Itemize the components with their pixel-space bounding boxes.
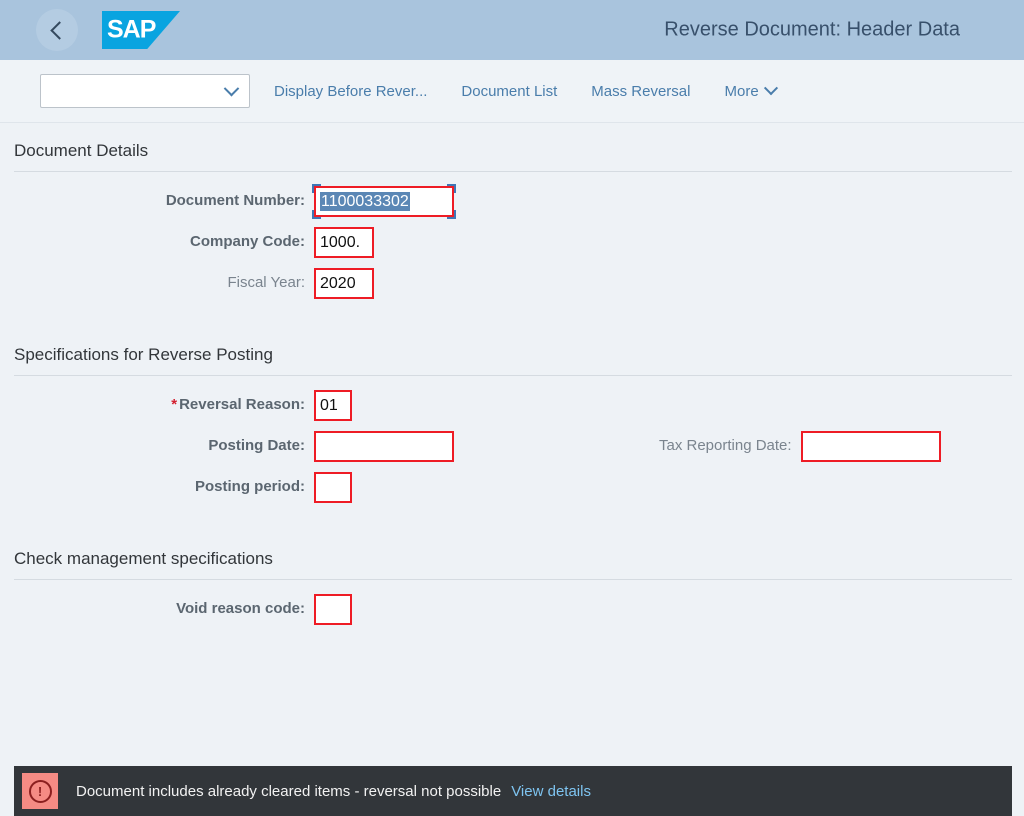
chevron-down-icon <box>763 81 778 96</box>
section-document-details: Document Details Document Number: 110003… <box>0 123 1024 309</box>
fiscal-year-label: Fiscal Year: <box>227 274 305 291</box>
form-content: Document Details Document Number: 110003… <box>0 123 1024 764</box>
reversal-reason-input[interactable]: 01 <box>314 390 352 421</box>
posting-period-input[interactable] <box>314 472 352 503</box>
company-code-label: Company Code: <box>189 233 305 250</box>
selection-handle-icon <box>447 184 456 193</box>
section-title: Specifications for Reverse Posting <box>14 345 273 364</box>
company-code-value: 1000. <box>320 234 361 251</box>
void-reason-code-label: Void reason code: <box>176 600 305 617</box>
document-list-button[interactable]: Document List <box>451 77 567 106</box>
sap-logo-text: SAP <box>107 15 156 44</box>
variant-select[interactable] <box>40 74 250 108</box>
action-toolbar: Display Before Rever... Document List Ma… <box>0 60 1024 123</box>
tax-reporting-date-group: Tax Reporting Date: <box>659 431 941 462</box>
error-icon: ! <box>22 773 58 809</box>
document-number-input[interactable]: 1100033302 <box>312 184 456 219</box>
section-specifications-reverse-posting: Specifications for Reverse Posting * Reve… <box>0 327 1024 513</box>
form-row: * Reversal Reason: 01 <box>0 390 1024 431</box>
form-row: Posting Date: Tax Reporting Date: <box>0 431 1024 472</box>
form-row: Company Code: 1000. <box>0 227 1024 268</box>
tax-reporting-date-label: Tax Reporting Date: <box>659 437 792 454</box>
section-title: Check management specifications <box>14 549 273 568</box>
back-button[interactable] <box>36 9 78 51</box>
more-label: More <box>724 82 759 100</box>
required-asterisk: * <box>171 396 178 413</box>
posting-period-label: Posting period: <box>195 478 305 495</box>
chevron-down-icon <box>223 80 240 96</box>
posting-date-input[interactable] <box>314 431 454 462</box>
void-reason-code-input[interactable] <box>314 594 352 625</box>
fiscal-year-input[interactable]: 2020 <box>314 268 374 299</box>
reversal-reason-label: * Reversal Reason: <box>0 390 314 420</box>
section-title: Document Details <box>14 141 149 160</box>
display-before-reversal-button[interactable]: Display Before Rever... <box>264 77 437 106</box>
tax-reporting-date-input[interactable] <box>800 431 941 462</box>
reversal-reason-value: 01 <box>320 397 338 414</box>
error-icon-glyph: ! <box>28 779 52 803</box>
chevron-left-icon <box>49 20 69 40</box>
message-strip: ! Document includes already cleared item… <box>14 766 1012 816</box>
section-check-management: Check management specifications Void rea… <box>0 531 1024 635</box>
document-list-label: Document List <box>461 82 558 100</box>
document-number-value: 1100033302 <box>320 192 410 211</box>
form-row: Posting period: <box>0 472 1024 513</box>
page-title: Reverse Document: Header Data <box>664 18 960 41</box>
form-row: Void reason code: <box>0 594 1024 635</box>
form-row: Fiscal Year: 2020 <box>0 268 1024 309</box>
fiscal-year-value: 2020 <box>320 275 356 292</box>
company-code-input[interactable]: 1000. <box>314 227 374 258</box>
display-before-reversal-label: Display Before Rever... <box>274 82 428 100</box>
selection-handle-icon <box>312 210 321 219</box>
more-button[interactable]: More <box>714 77 785 106</box>
shell-header: SAP Reverse Document: Header Data <box>0 0 1024 60</box>
message-text: Document includes already cleared items … <box>76 782 502 800</box>
mass-reversal-label: Mass Reversal <box>591 82 691 100</box>
mass-reversal-button[interactable]: Mass Reversal <box>581 77 700 106</box>
reversal-reason-label-text: Reversal Reason: <box>179 396 305 413</box>
selection-handle-icon <box>447 210 456 219</box>
sap-logo: SAP <box>102 11 180 49</box>
selection-handle-icon <box>312 184 321 193</box>
document-number-label: Document Number: <box>165 192 305 209</box>
form-row: Document Number: 1100033302 <box>0 184 1024 227</box>
view-details-link[interactable]: View details <box>511 783 591 800</box>
posting-date-label: Posting Date: <box>208 437 305 454</box>
